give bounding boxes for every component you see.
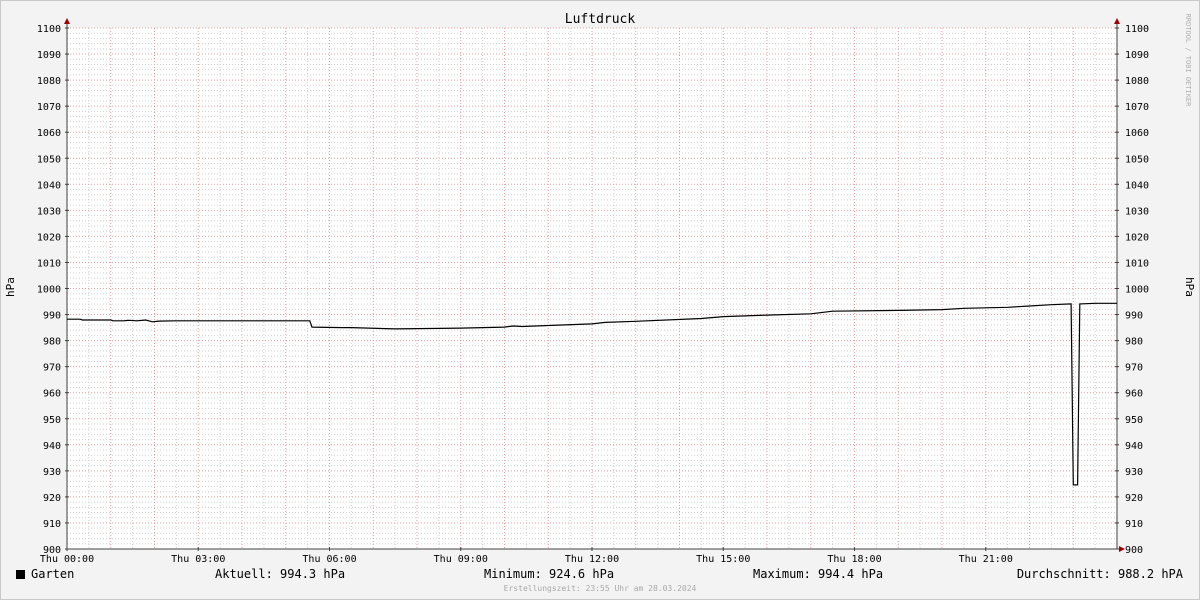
y-tick-labels-right: 900 910 920 930 940 950 960 970 980 990 1000 1010 10… [1125,24,1149,556]
y-tick-label: 940 [43,441,61,452]
y-tick-label: 940 [1125,441,1143,452]
y-axis-arrow-right [1114,18,1120,24]
y-tick-label: 1050 [37,154,61,165]
y-axis-label-right: hPa [1183,277,1196,297]
x-tick-label: Thu 06:00 [302,554,356,565]
y-tick-label: 1080 [37,76,61,87]
y-tick-label: 970 [43,363,61,374]
y-tick-label: 1010 [37,258,61,269]
y-tick-label: 1020 [1125,232,1149,243]
legend-minimum: Minimum: 924.6 hPa [484,567,615,581]
y-tick-label: 930 [43,467,61,478]
y-axis-arrow-left [64,18,70,24]
y-tick-label: 980 [1125,337,1143,348]
legend-series-name: Garten [31,567,75,581]
x-tick-label: Thu 12:00 [565,554,619,565]
legend-aktuell: Aktuell: 994.3 hPa [215,567,346,581]
y-tick-label: 1030 [1125,206,1149,217]
y-tick-label: 1000 [37,285,61,296]
watermark: RRDTOOL / TOBI OETIKER [1184,14,1192,108]
legend-durchschnitt: Durchschnitt: 988.2 hPA [1016,567,1183,581]
creation-time-footer: Erstellungszeit: 23:55 Uhr am 28.03.2024 [503,584,697,593]
legend-maximum: Maximum: 994.4 hPa [753,567,884,581]
y-tick-label: 1000 [1125,285,1149,296]
y-tick-label: 910 [43,519,61,530]
y-tick-label: 1060 [37,128,61,139]
y-tick-label: 930 [1125,467,1143,478]
x-tick-label: Thu 15:00 [696,554,750,565]
x-tick-labels: Thu 00:00 Thu 03:00 Thu 06:00 Thu 09:00 Thu … [40,554,1013,565]
y-tick-label: 920 [43,493,61,504]
y-tick-label: 1030 [37,206,61,217]
x-tick-label: Thu 03:00 [171,554,225,565]
y-tick-label: 990 [43,311,61,322]
y-tick-label: 1070 [37,102,61,113]
y-tick-label: 1100 [1125,24,1149,35]
y-tick-label: 1020 [37,232,61,243]
y-tick-label: 970 [1125,363,1143,374]
x-tick-label: Thu 21:00 [959,554,1013,565]
y-tick-label: 1050 [1125,154,1149,165]
y-tick-label: 900 [1125,545,1143,556]
y-tick-label: 1010 [1125,258,1149,269]
y-tick-label: 980 [43,337,61,348]
y-tick-label: 990 [1125,311,1143,322]
x-tick-label: Thu 18:00 [827,554,881,565]
chart-title: Luftdruck [565,12,636,27]
y-tick-label: 960 [43,389,61,400]
y-tick-label: 1090 [1125,50,1149,61]
y-axis-label-left: hPa [4,277,17,297]
x-tick-label: Thu 00:00 [40,554,94,565]
y-tick-label: 910 [1125,519,1143,530]
pressure-chart: 900 910 920 930 940 950 960 970 980 990 1000 1010 10… [4,12,1196,565]
y-tick-label: 950 [43,415,61,426]
y-tick-label: 1090 [37,50,61,61]
y-tick-label: 1070 [1125,102,1149,113]
y-tick-label: 1100 [37,24,61,35]
y-tick-label: 1080 [1125,76,1149,87]
legend-series: Garten [16,567,74,581]
legend-swatch [16,570,25,579]
y-tick-label: 920 [1125,493,1143,504]
y-tick-label: 1040 [37,180,61,191]
y-tick-labels-left: 9009109209309409509609709809901000101010… [37,24,61,556]
y-tick-label: 1060 [1125,128,1149,139]
y-tick-label: 960 [1125,389,1143,400]
y-tick-label: 950 [1125,415,1143,426]
x-tick-label: Thu 09:00 [434,554,488,565]
y-tick-label: 1040 [1125,180,1149,191]
